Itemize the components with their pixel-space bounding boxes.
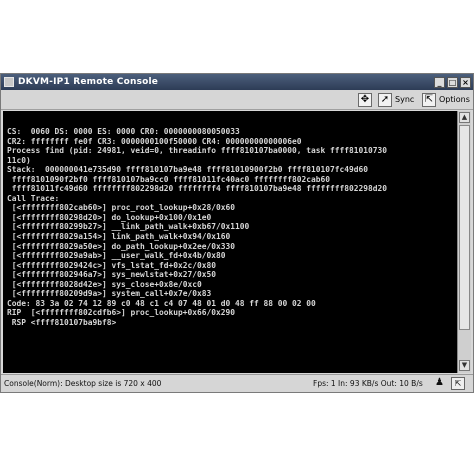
chess-pawn-icon: ♟ [435, 377, 444, 388]
cursor-icon: ➚ [378, 92, 392, 107]
console-line: Call Trace: [7, 193, 60, 203]
console-line: RSP <ffff810107ba9bf8> [7, 317, 117, 327]
console-line: ffff8101090f2bf0 ffff810107ba9cc0 ffff81… [7, 174, 331, 184]
console-line: [<ffffffff8029424c>] vfs_lstat_fd+0x2c/0… [7, 260, 217, 270]
sync-label: Sync [395, 95, 415, 104]
console-line: ffff81011fc49d60 ffffffff802298d20 fffff… [7, 184, 388, 194]
console-line: RIP [<ffffffff802cdfb6>] proc_lookup+0x6… [7, 308, 236, 318]
console-text-area: CS: 0060 DS: 0000 ES: 0000 CR0: 00000000… [3, 111, 455, 373]
console-line: [<ffffffff8029a154>] link_path_walk+0x94… [7, 232, 231, 242]
move-arrows-icon: ✥ [358, 92, 372, 107]
console-line: Process find (pid: 24981, veid=0, thread… [7, 146, 388, 156]
mouse-mode-icon[interactable]: ⇱ [451, 377, 465, 390]
remote-console-window: DKVM-IP1 Remote Console _ □ × ✥ ➚ Sync ⇱… [0, 73, 474, 393]
pointer-options-icon: ⇱ [422, 92, 436, 107]
options-label: Options [439, 95, 470, 104]
console-screen[interactable]: CS: 0060 DS: 0000 ES: 0000 CR0: 00000000… [3, 111, 471, 373]
scroll-down-button[interactable]: ▼ [459, 360, 470, 371]
status-throughput: Fps: 1 In: 93 KB/s Out: 10 B/s [313, 379, 423, 388]
console-line: CS: 0060 DS: 0000 ES: 0000 CR0: 00000000… [7, 127, 240, 136]
title-bar: DKVM-IP1 Remote Console _ □ × [1, 74, 473, 90]
console-line: [<ffffffff8029a50e>] do_path_lookup+0x2e… [7, 241, 236, 251]
console-line: [<ffffffff80299b27>] __link_path_walk+0x… [7, 222, 250, 232]
minimize-button[interactable]: _ [434, 76, 445, 88]
window-title: DKVM-IP1 Remote Console [18, 77, 159, 87]
console-line: [<ffffffff802cab60>] proc_root_lookup+0x… [7, 203, 236, 213]
app-icon [4, 77, 14, 87]
console-line: Stack: 000000041e735d90 ffff810107ba9e48… [7, 165, 369, 175]
vertical-scrollbar[interactable]: ▲ ▼ [457, 111, 471, 373]
console-line: [<ffffffff8029a9ab>] __user_walk_fd+0x4b… [7, 251, 226, 261]
console-line: 11c0) [7, 155, 31, 165]
status-bar: Console(Norm): Desktop size is 720 x 400… [1, 374, 473, 392]
console-line: [<ffffffff80209d9a>] system_call+0x7e/0x… [7, 289, 212, 299]
console-line: CR2: ffffffff fe0f CR3: 0000000100f50000… [7, 136, 302, 146]
close-button[interactable]: × [460, 76, 471, 88]
console-line: Code: 83 3a 02 74 12 89 c0 48 c1 c4 07 4… [7, 298, 316, 308]
sync-button[interactable]: ➚ Sync [378, 92, 414, 107]
options-button[interactable]: ⇱ Options [422, 92, 470, 107]
maximize-button[interactable]: □ [447, 76, 458, 88]
scroll-thumb[interactable] [459, 125, 470, 330]
fullscreen-button[interactable]: ✥ [358, 92, 372, 107]
status-desktop-size: Console(Norm): Desktop size is 720 x 400 [4, 379, 162, 388]
console-line: [<ffffffff8028d42e>] sys_close+0x8e/0xc0 [7, 279, 202, 289]
console-line: [<ffffffff802946a7>] sys_newlstat+0x27/0… [7, 270, 217, 280]
toolbar: ✥ ➚ Sync ⇱ Options [1, 90, 473, 110]
scroll-up-button[interactable]: ▲ [459, 112, 470, 123]
